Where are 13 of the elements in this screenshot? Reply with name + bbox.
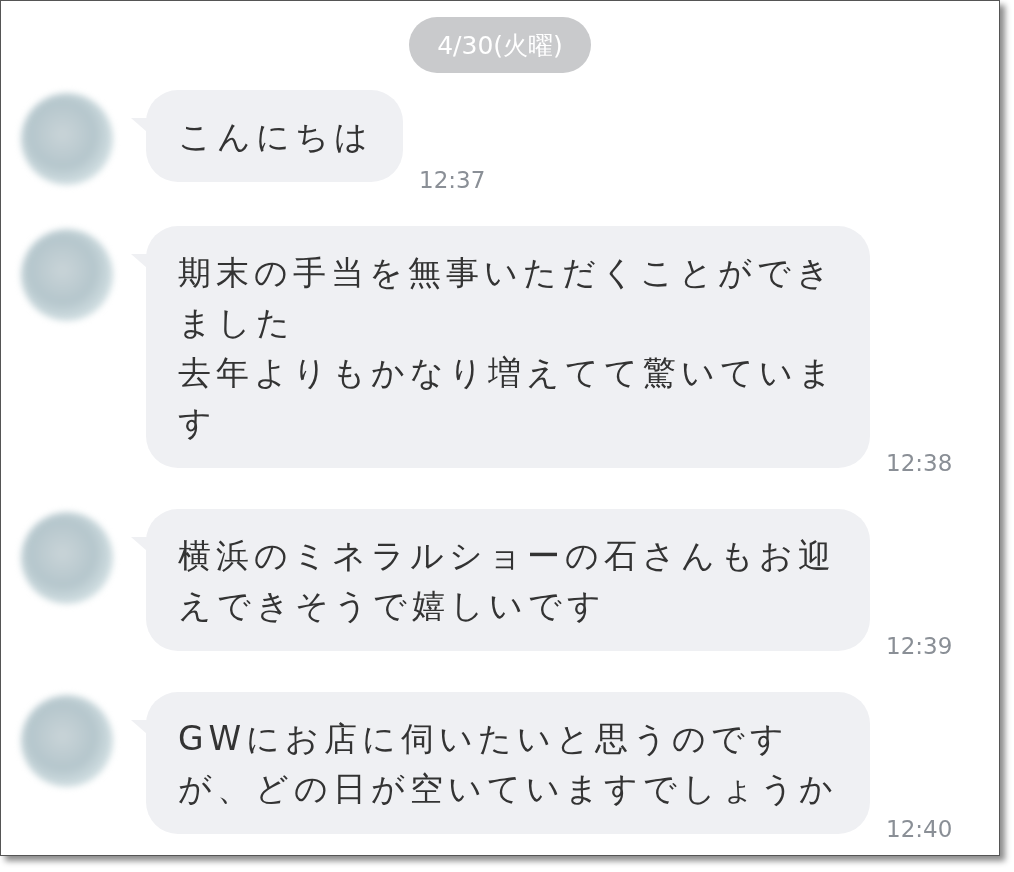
message-time: 12:39 [886, 633, 953, 659]
avatar[interactable] [21, 229, 113, 321]
message-time: 12:40 [886, 816, 953, 842]
avatar[interactable] [21, 93, 113, 185]
message-text: こんにちは [178, 116, 373, 158]
message-text: 期末の手当を無事いただくことができました [178, 252, 836, 344]
avatar[interactable] [21, 695, 113, 787]
message-text: GWにお店に伺いたいと思うのですが、どの日が空いていますでしょうか [178, 718, 839, 810]
message-text: 去年よりもかなり増えてて驚いています [178, 352, 838, 444]
avatar[interactable] [21, 512, 113, 604]
message-time: 12:38 [886, 450, 953, 476]
message-text: 横浜のミネラルショーの石さんもお迎えできそうで嬉しいです [178, 535, 837, 627]
message-time: 12:37 [419, 167, 486, 193]
